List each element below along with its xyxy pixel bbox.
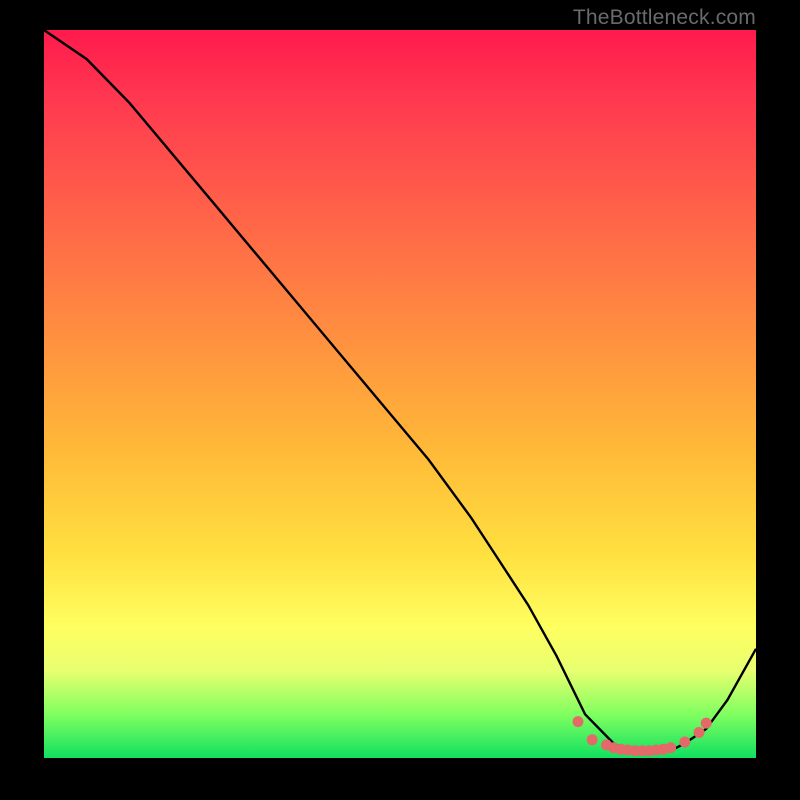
marker-dot (587, 734, 598, 745)
marker-dot (694, 727, 705, 738)
marker-dot (679, 737, 690, 748)
marker-dot (573, 716, 584, 727)
plot-area (44, 30, 756, 758)
marker-dot (665, 742, 676, 753)
bottleneck-curve-path (44, 30, 756, 751)
watermark-text: TheBottleneck.com (573, 6, 756, 30)
marker-dot (701, 718, 712, 729)
chart-svg (44, 30, 756, 758)
chart-frame: TheBottleneck.com (0, 0, 800, 800)
